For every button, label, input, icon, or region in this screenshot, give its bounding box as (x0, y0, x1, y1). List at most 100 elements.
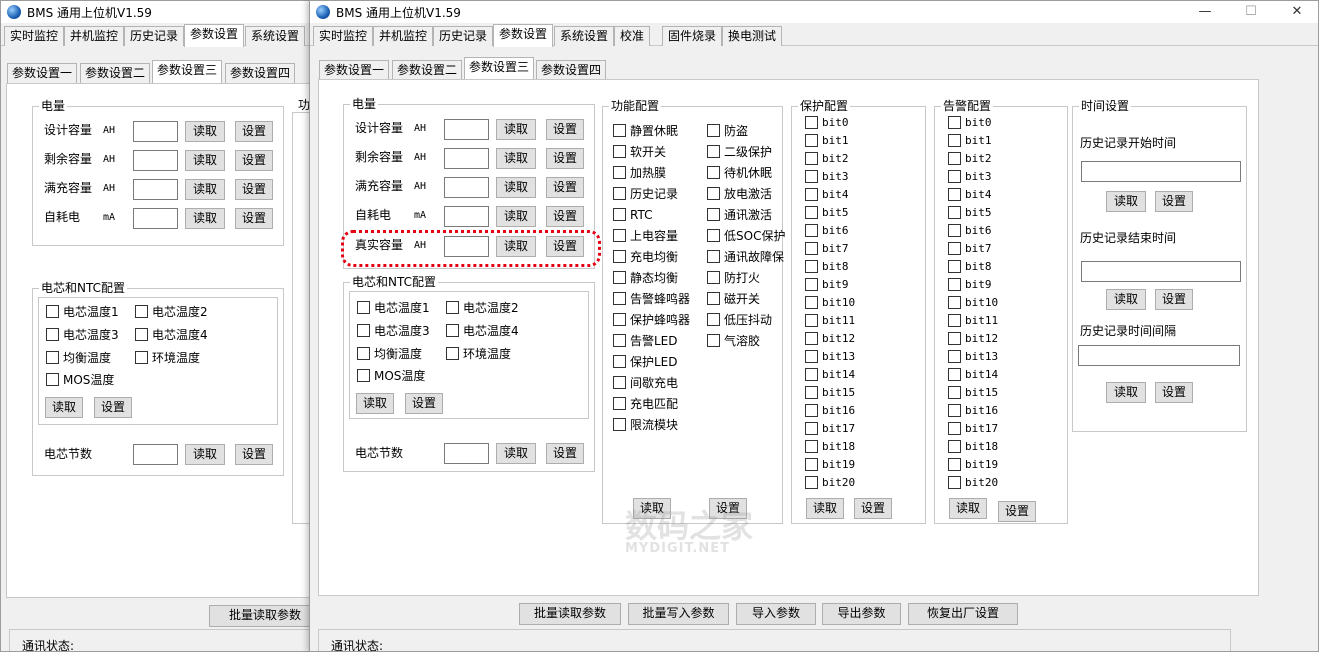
protect-checkbox-bit5[interactable]: bit5 (805, 206, 849, 220)
checkbox-current-limit[interactable]: 限流模块 (613, 418, 678, 432)
alarm-checkbox-bit17[interactable]: bit17 (948, 422, 998, 436)
protect-checkbox-bit2[interactable]: bit2 (805, 152, 849, 166)
read-remaining-capacity-button[interactable]: 读取 (496, 148, 536, 169)
tab-parameters[interactable]: 参数设置 (493, 24, 554, 47)
input-self-consumption[interactable] (444, 206, 489, 227)
protect-checkbox-bit17[interactable]: bit17 (805, 422, 855, 436)
checkbox-power-on-capacity[interactable]: 上电容量 (613, 229, 678, 243)
alarm-checkbox-bit11[interactable]: bit11 (948, 314, 998, 328)
checkbox-cell-temp-3[interactable]: 电芯温度3 (357, 324, 430, 338)
tab-calibration[interactable]: 校准 (614, 26, 651, 46)
protect-checkbox-bit12[interactable]: bit12 (805, 332, 855, 346)
alarm-checkbox-bit10[interactable]: bit10 (948, 296, 998, 310)
protect-checkbox-bit3[interactable]: bit3 (805, 170, 849, 184)
back-subtab-1[interactable]: 参数设置一 (7, 63, 78, 83)
read-design-capacity-button[interactable]: 读取 (496, 119, 536, 140)
back-input-design-capacity[interactable] (133, 121, 178, 142)
start-time-read-button[interactable]: 读取 (1106, 191, 1146, 212)
back-read-self-button[interactable]: 读取 (185, 208, 225, 229)
set-self-consumption-button[interactable]: 设置 (546, 206, 584, 227)
checkbox-protect-buzzer[interactable]: 保护蜂鸣器 (613, 313, 690, 327)
checkbox-secondary-protect[interactable]: 二级保护 (707, 145, 772, 159)
checkbox-low-voltage-jitter[interactable]: 低压抖动 (707, 313, 772, 327)
back-input-remaining-capacity[interactable] (133, 150, 178, 171)
back-batch-read-button[interactable]: 批量读取参数 (209, 605, 319, 627)
alarm-set-button[interactable]: 设置 (998, 501, 1036, 522)
protect-checkbox-bit16[interactable]: bit16 (805, 404, 855, 418)
protect-checkbox-bit14[interactable]: bit14 (805, 368, 855, 382)
back-subtab-2[interactable]: 参数设置二 (80, 63, 151, 83)
set-remaining-capacity-button[interactable]: 设置 (546, 148, 584, 169)
checkbox-standby-sleep[interactable]: 待机休眠 (707, 166, 772, 180)
back-read-cell-count-button[interactable]: 读取 (185, 444, 225, 465)
back-ntc-set-button[interactable]: 设置 (94, 397, 132, 418)
tab-parallel-monitor[interactable]: 并机监控 (373, 26, 434, 46)
back-input-self-consumption[interactable] (133, 208, 178, 229)
start-time-set-button[interactable]: 设置 (1155, 191, 1193, 212)
back-input-cell-count[interactable] (133, 444, 178, 465)
checkbox-alarm-buzzer[interactable]: 告警蜂鸣器 (613, 292, 690, 306)
input-history-interval[interactable] (1078, 345, 1240, 366)
alarm-read-button[interactable]: 读取 (949, 498, 987, 519)
back-cb-cell-temp-1[interactable]: 电芯温度1 (46, 305, 119, 319)
input-remaining-capacity[interactable] (444, 148, 489, 169)
checkbox-cell-temp-4[interactable]: 电芯温度4 (446, 324, 519, 338)
alarm-checkbox-bit9[interactable]: bit9 (948, 278, 992, 292)
checkbox-anti-spark[interactable]: 防打火 (707, 271, 760, 285)
back-tab-history[interactable]: 历史记录 (124, 26, 185, 46)
end-time-set-button[interactable]: 设置 (1155, 289, 1193, 310)
checkbox-cell-temp-1[interactable]: 电芯温度1 (357, 301, 430, 315)
input-history-start-time[interactable] (1081, 161, 1241, 182)
back-set-cell-count-button[interactable]: 设置 (235, 444, 273, 465)
ntc-read-button[interactable]: 读取 (356, 393, 394, 414)
export-params-button[interactable]: 导出参数 (822, 603, 901, 625)
interval-set-button[interactable]: 设置 (1155, 382, 1193, 403)
protect-checkbox-bit9[interactable]: bit9 (805, 278, 849, 292)
protect-set-button[interactable]: 设置 (854, 498, 892, 519)
back-cb-balance-temp[interactable]: 均衡温度 (46, 351, 111, 365)
checkbox-magnetic-switch[interactable]: 磁开关 (707, 292, 760, 306)
back-read-design-button[interactable]: 读取 (185, 121, 225, 142)
tab-history[interactable]: 历史记录 (433, 26, 494, 46)
minimize-icon[interactable]: — (1182, 1, 1228, 23)
end-time-read-button[interactable]: 读取 (1106, 289, 1146, 310)
checkbox-ambient-temp[interactable]: 环境温度 (446, 347, 511, 361)
checkbox-soft-switch[interactable]: 软开关 (613, 145, 666, 159)
back-set-remaining-button[interactable]: 设置 (235, 150, 273, 171)
input-history-end-time[interactable] (1081, 261, 1241, 282)
back-set-design-button[interactable]: 设置 (235, 121, 273, 142)
alarm-checkbox-bit19[interactable]: bit19 (948, 458, 998, 472)
subtab-params-2[interactable]: 参数设置二 (392, 60, 463, 80)
checkbox-intermittent-charge[interactable]: 间歇充电 (613, 376, 678, 390)
read-self-consumption-button[interactable]: 读取 (496, 206, 536, 227)
tab-system-settings[interactable]: 系统设置 (554, 26, 615, 46)
back-tab-parallel[interactable]: 并机监控 (64, 26, 125, 46)
back-set-self-button[interactable]: 设置 (235, 208, 273, 229)
alarm-checkbox-bit13[interactable]: bit13 (948, 350, 998, 364)
protect-checkbox-bit4[interactable]: bit4 (805, 188, 849, 202)
alarm-checkbox-bit3[interactable]: bit3 (948, 170, 992, 184)
protect-checkbox-bit8[interactable]: bit8 (805, 260, 849, 274)
back-tab-params[interactable]: 参数设置 (184, 24, 245, 47)
back-subtab-3[interactable]: 参数设置三 (152, 60, 223, 83)
back-cb-ambient-temp[interactable]: 环境温度 (135, 351, 200, 365)
alarm-checkbox-bit2[interactable]: bit2 (948, 152, 992, 166)
protect-checkbox-bit18[interactable]: bit18 (805, 440, 855, 454)
back-cb-cell-temp-3[interactable]: 电芯温度3 (46, 328, 119, 342)
input-full-capacity[interactable] (444, 177, 489, 198)
input-design-capacity[interactable] (444, 119, 489, 140)
interval-read-button[interactable]: 读取 (1106, 382, 1146, 403)
alarm-checkbox-bit7[interactable]: bit7 (948, 242, 992, 256)
tab-battery-swap-test[interactable]: 换电测试 (722, 26, 783, 46)
set-design-capacity-button[interactable]: 设置 (546, 119, 584, 140)
alarm-checkbox-bit4[interactable]: bit4 (948, 188, 992, 202)
maximize-icon[interactable]: ☐ (1228, 1, 1274, 23)
protect-checkbox-bit0[interactable]: bit0 (805, 116, 849, 130)
read-full-capacity-button[interactable]: 读取 (496, 177, 536, 198)
checkbox-charge-balance[interactable]: 充电均衡 (613, 250, 678, 264)
batch-write-button[interactable]: 批量写入参数 (628, 603, 729, 625)
checkbox-rtc[interactable]: RTC (613, 208, 652, 222)
checkbox-comm-activate[interactable]: 通讯激活 (707, 208, 772, 222)
checkbox-history-record[interactable]: 历史记录 (613, 187, 678, 201)
ntc-set-button[interactable]: 设置 (405, 393, 443, 414)
